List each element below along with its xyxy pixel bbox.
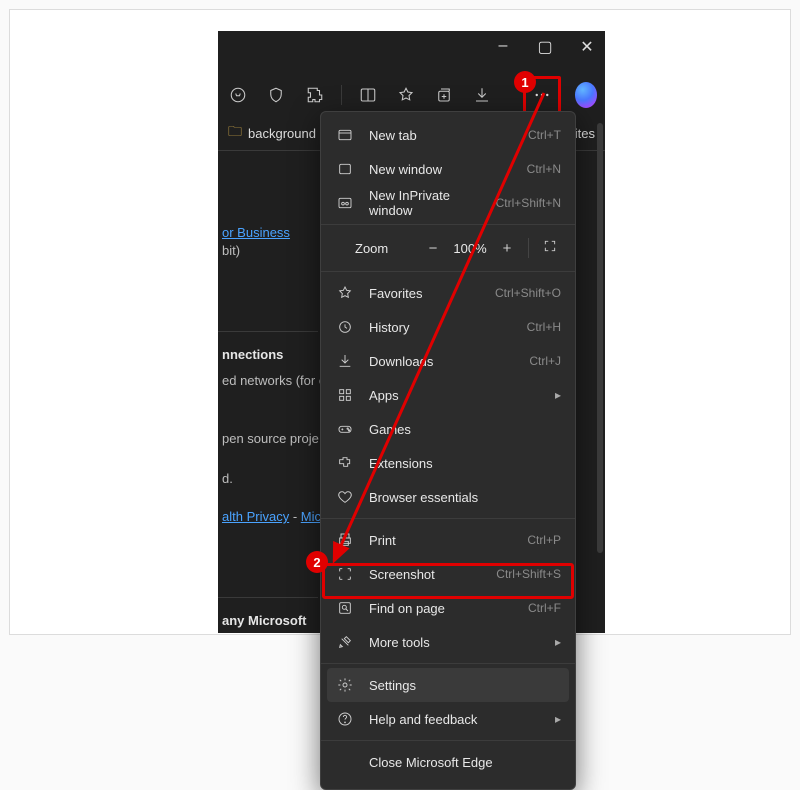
menu-favorites-shortcut: Ctrl+Shift+O	[495, 286, 561, 300]
star-icon	[335, 283, 355, 303]
fullscreen-button[interactable]	[535, 239, 565, 257]
screenshot-icon	[335, 564, 355, 584]
annotation-badge-2: 2	[306, 551, 328, 573]
chevron-right-icon: ▸	[555, 388, 561, 402]
chevron-right-icon: ▸	[555, 712, 561, 726]
favorites-toolbar-icon[interactable]	[394, 81, 418, 109]
menu-downloads[interactable]: Downloads Ctrl+J	[321, 344, 575, 378]
menu-new-tab-shortcut: Ctrl+T	[528, 128, 561, 142]
menu-close-edge-label: Close Microsoft Edge	[369, 755, 561, 770]
gear-icon	[335, 675, 355, 695]
window-controls: – ▢ ✕	[493, 37, 597, 57]
zoom-out-button[interactable]: −	[418, 240, 448, 257]
menu-apps[interactable]: Apps ▸	[321, 378, 575, 412]
new-tab-icon	[335, 125, 355, 145]
menu-games-label: Games	[369, 422, 561, 437]
menu-extensions[interactable]: Extensions	[321, 446, 575, 480]
menu-essentials-label: Browser essentials	[369, 490, 561, 505]
menu-print-label: Print	[369, 533, 527, 548]
history-icon	[335, 317, 355, 337]
bg-text-opensource: pen source proje	[222, 431, 319, 446]
outer-frame: – ▢ ✕ 🗀 background	[9, 9, 791, 635]
favorites-folder-label[interactable]: background	[248, 126, 316, 141]
menu-find-label: Find on page	[369, 601, 528, 616]
menu-settings[interactable]: Settings	[327, 668, 569, 702]
inprivate-icon	[335, 193, 355, 213]
menu-games[interactable]: Games	[321, 412, 575, 446]
menu-history-shortcut: Ctrl+H	[527, 320, 561, 334]
menu-help[interactable]: Help and feedback ▸	[321, 702, 575, 736]
menu-new-window-shortcut: Ctrl+N	[527, 162, 561, 176]
edge-window: – ▢ ✕ 🗀 background	[218, 31, 605, 633]
menu-screenshot[interactable]: Screenshot Ctrl+Shift+S	[321, 557, 575, 591]
app-menu: New tab Ctrl+T New window Ctrl+N New InP…	[320, 111, 576, 790]
copilot-icon[interactable]	[575, 82, 598, 108]
vertical-scrollbar[interactable]	[597, 123, 603, 553]
more-tools-icon	[335, 632, 355, 652]
toolbar	[218, 75, 605, 115]
menu-zoom-row: Zoom − 100% +	[321, 229, 575, 267]
zoom-value: 100%	[448, 241, 492, 256]
bg-heading-connections: nnections	[222, 347, 283, 362]
downloads-toolbar-icon[interactable]	[470, 81, 494, 109]
maximize-button[interactable]: ▢	[535, 37, 555, 57]
menu-print-shortcut: Ctrl+P	[527, 533, 561, 547]
menu-downloads-label: Downloads	[369, 354, 529, 369]
menu-favorites[interactable]: Favorites Ctrl+Shift+O	[321, 276, 575, 310]
zoom-in-button[interactable]: +	[492, 240, 522, 257]
zoom-label: Zoom	[355, 241, 415, 256]
menu-new-tab[interactable]: New tab Ctrl+T	[321, 118, 575, 152]
menu-new-window-label: New window	[369, 162, 527, 177]
heart-pulse-icon	[335, 487, 355, 507]
menu-favorites-label: Favorites	[369, 286, 495, 301]
new-window-icon	[335, 159, 355, 179]
menu-downloads-shortcut: Ctrl+J	[529, 354, 561, 368]
menu-history[interactable]: History Ctrl+H	[321, 310, 575, 344]
bg-link-privacy1[interactable]: alth Privacy	[222, 509, 289, 524]
menu-settings-label: Settings	[369, 678, 555, 693]
apps-icon	[335, 385, 355, 405]
menu-apps-label: Apps	[369, 388, 549, 403]
menu-extensions-label: Extensions	[369, 456, 561, 471]
menu-screenshot-label: Screenshot	[369, 567, 496, 582]
minimize-button[interactable]: –	[493, 37, 513, 57]
menu-new-window[interactable]: New window Ctrl+N	[321, 152, 575, 186]
menu-inprivate-shortcut: Ctrl+Shift+N	[496, 196, 561, 210]
print-icon	[335, 530, 355, 550]
bg-link-business[interactable]: or Business	[222, 225, 290, 240]
collections-icon[interactable]	[432, 81, 456, 109]
bg-sep: -	[289, 509, 301, 524]
menu-screenshot-shortcut: Ctrl+Shift+S	[496, 567, 561, 581]
menu-more-tools[interactable]: More tools ▸	[321, 625, 575, 659]
menu-find-shortcut: Ctrl+F	[528, 601, 561, 615]
annotation-badge-1: 1	[514, 71, 536, 93]
menu-more-tools-label: More tools	[369, 635, 549, 650]
games-icon	[335, 419, 355, 439]
bg-text-d: d.	[222, 471, 233, 486]
menu-inprivate[interactable]: New InPrivate window Ctrl+Shift+N	[321, 186, 575, 220]
find-icon	[335, 598, 355, 618]
bg-heading-anyms: any Microsoft	[222, 613, 307, 628]
help-icon	[335, 709, 355, 729]
menu-close-edge[interactable]: Close Microsoft Edge	[321, 745, 575, 779]
extensions-toolbar-icon[interactable]	[302, 81, 326, 109]
menu-inprivate-label: New InPrivate window	[369, 188, 496, 218]
menu-new-tab-label: New tab	[369, 128, 528, 143]
close-window-button[interactable]: ✕	[577, 37, 597, 57]
download-icon	[335, 351, 355, 371]
menu-find[interactable]: Find on page Ctrl+F	[321, 591, 575, 625]
chevron-right-icon: ▸	[555, 635, 561, 649]
menu-print[interactable]: Print Ctrl+P	[321, 523, 575, 557]
shield-icon[interactable]	[264, 81, 288, 109]
bg-text-bit: bit)	[222, 243, 240, 258]
folder-icon: 🗀	[228, 121, 242, 145]
split-screen-icon[interactable]	[356, 81, 380, 109]
bg-text-networks: ed networks (for ex	[222, 373, 333, 388]
extensions-icon	[335, 453, 355, 473]
menu-history-label: History	[369, 320, 527, 335]
profile-icon[interactable]	[226, 81, 250, 109]
menu-essentials[interactable]: Browser essentials	[321, 480, 575, 514]
menu-help-label: Help and feedback	[369, 712, 549, 727]
